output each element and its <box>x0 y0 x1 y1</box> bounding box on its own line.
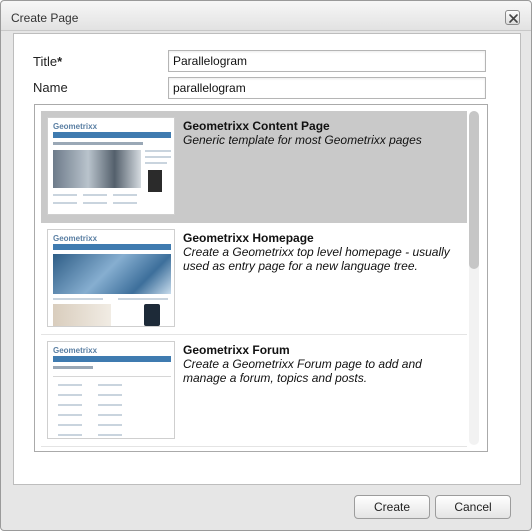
thumbnail-nav-bar <box>53 132 171 138</box>
thumbnail-text-line <box>98 414 122 416</box>
thumbnail-heading <box>53 142 143 145</box>
thumbnail-text-line <box>145 156 171 158</box>
thumbnail-nav-bar <box>53 244 171 250</box>
thumbnail-heading <box>53 366 93 369</box>
template-thumbnail: Geometrixx <box>47 117 175 215</box>
thumbnail-text-line <box>113 194 137 196</box>
thumbnail-text-line <box>83 202 107 204</box>
thumbnail-photo <box>53 304 111 326</box>
thumbnail-divider <box>53 376 171 377</box>
thumbnail-text-line <box>145 150 171 152</box>
cancel-button[interactable]: Cancel <box>435 495 511 519</box>
thumbnail-side-image <box>148 170 162 192</box>
thumbnail-text-line <box>118 298 168 300</box>
create-page-dialog: Create Page Title* Parallelogram Name pa… <box>0 0 532 531</box>
template-title: Geometrixx Content Page <box>183 119 330 133</box>
template-title: Geometrixx Forum <box>183 343 290 357</box>
template-title: Geometrixx Homepage <box>183 231 314 245</box>
thumbnail-text-line <box>83 194 107 196</box>
template-item-homepage[interactable]: Geometrixx Geometrixx Homepage Create a … <box>41 223 467 335</box>
template-description: Create a Geometrixx top level homepage -… <box>183 245 450 273</box>
thumbnail-text-line <box>98 394 122 396</box>
create-button[interactable]: Create <box>354 495 430 519</box>
thumbnail-text-line <box>53 298 103 300</box>
template-item-forum[interactable]: Geometrixx Geometrixx Forum Create a Geo… <box>41 335 467 447</box>
dialog-title: Create Page <box>11 11 79 25</box>
close-icon <box>509 14 518 23</box>
template-description: Generic template for most Geometrixx pag… <box>183 133 422 147</box>
template-thumbnail: Geometrixx <box>47 341 175 439</box>
thumbnail-text-line <box>58 394 82 396</box>
dialog-titlebar[interactable]: Create Page <box>1 1 531 31</box>
thumbnail-text-line <box>58 434 82 436</box>
name-label: Name <box>33 80 68 95</box>
template-thumbnail: Geometrixx <box>47 229 175 327</box>
thumbnail-text-line <box>58 424 82 426</box>
thumbnail-phone-image <box>144 304 160 326</box>
name-input[interactable]: parallelogram <box>168 77 486 99</box>
thumbnail-text-line <box>145 162 167 164</box>
thumbnail-hero-image <box>53 150 141 188</box>
scrollbar-thumb[interactable] <box>469 111 479 269</box>
thumbnail-text-line <box>98 434 122 436</box>
thumbnail-text-line <box>53 194 77 196</box>
thumbnail-hero-image <box>53 254 171 294</box>
thumbnail-text-line <box>58 384 82 386</box>
thumbnail-text-line <box>98 424 122 426</box>
thumbnail-text-line <box>58 404 82 406</box>
template-list: Geometrixx Geometrixx Content Page Gener… <box>34 104 488 452</box>
title-label: Title* <box>33 54 63 69</box>
thumbnail-text-line <box>58 414 82 416</box>
template-description: Create a Geometrixx Forum page to add an… <box>183 357 422 385</box>
thumbnail-logo: Geometrixx <box>53 346 98 355</box>
required-mark: * <box>57 54 63 69</box>
close-button[interactable] <box>505 10 520 25</box>
template-list-scrollbar[interactable] <box>469 111 479 445</box>
thumbnail-nav-bar <box>53 356 171 362</box>
template-item-content-page[interactable]: Geometrixx Geometrixx Content Page Gener… <box>41 111 467 223</box>
thumbnail-text-line <box>98 404 122 406</box>
dialog-body: Title* Parallelogram Name parallelogram … <box>13 33 521 485</box>
thumbnail-text-line <box>113 202 137 204</box>
thumbnail-text-line <box>53 202 77 204</box>
thumbnail-text-line <box>98 384 122 386</box>
thumbnail-logo: Geometrixx <box>53 234 98 243</box>
thumbnail-logo: Geometrixx <box>53 122 98 131</box>
title-input[interactable]: Parallelogram <box>168 50 486 72</box>
